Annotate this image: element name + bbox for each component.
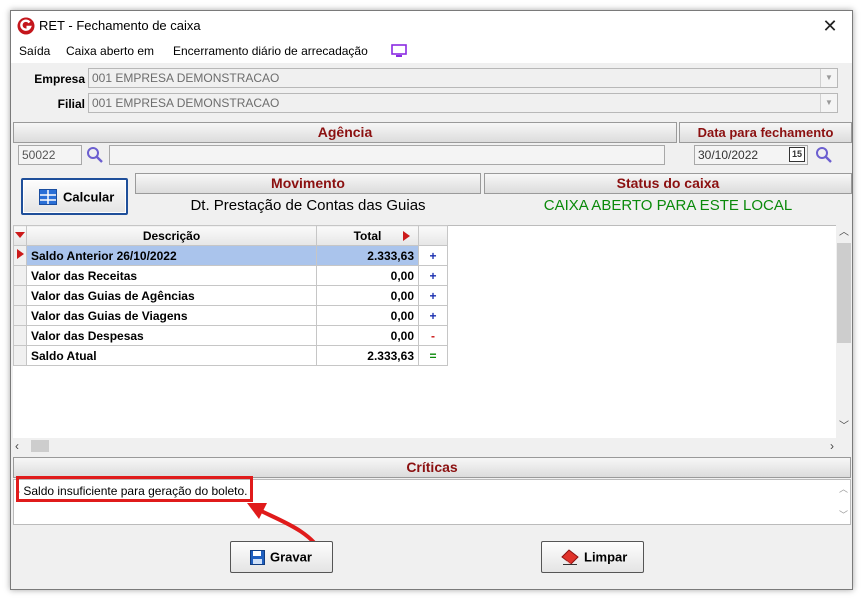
main-window: RET - Fechamento de caixa ✕ Saída Caixa …	[10, 10, 853, 590]
chevron-up-icon[interactable]: ︿	[839, 482, 848, 495]
horizontal-scrollbar[interactable]: ‹ ›	[13, 438, 836, 454]
table-row[interactable]: Valor das Despesas 0,00 -	[13, 325, 448, 346]
window-title: RET - Fechamento de caixa	[39, 18, 201, 33]
gravar-label: Gravar	[270, 549, 312, 565]
menu-saida[interactable]: Saída	[19, 44, 50, 58]
gravar-button[interactable]: Gravar	[230, 541, 333, 573]
table-row[interactable]: Valor das Guias de Viagens 0,00 +	[13, 305, 448, 326]
empresa-value: 001 EMPRESA DEMONSTRACAO	[92, 71, 280, 85]
menu-bar: Saída Caixa aberto em Encerramento diári…	[11, 41, 852, 63]
header-indicator	[13, 225, 27, 246]
col-total[interactable]: Total	[316, 225, 419, 246]
eraser-icon	[561, 549, 579, 565]
filial-combo[interactable]: 001 EMPRESA DEMONSTRACAO ▼	[88, 93, 838, 113]
col-descricao[interactable]: Descrição	[26, 225, 317, 246]
row-indicator	[13, 325, 27, 346]
agencia-header: Agência	[13, 122, 677, 143]
table-row[interactable]: Saldo Anterior 26/10/2022 2.333,63 +	[13, 245, 448, 266]
sort-down-icon	[15, 231, 25, 238]
row-total: 2.333,63	[316, 345, 419, 366]
row-indicator	[13, 285, 27, 306]
row-indicator	[13, 245, 27, 266]
col-sign	[418, 225, 448, 246]
chevron-up-icon[interactable]: ︿	[836, 225, 852, 241]
empresa-combo[interactable]: 001 EMPRESA DEMONSTRACAO ▼	[88, 68, 838, 88]
movimento-value: Dt. Prestação de Contas das Guias	[190, 197, 426, 214]
row-descricao: Saldo Atual	[26, 345, 317, 366]
criticas-header: Críticas	[13, 457, 851, 478]
chevron-down-icon[interactable]: ﹀	[839, 508, 848, 521]
row-descricao: Valor das Guias de Agências	[26, 285, 317, 306]
table-row[interactable]: Valor das Guias de Agências 0,00 +	[13, 285, 448, 306]
row-total: 0,00	[316, 305, 419, 326]
table-row[interactable]: Saldo Atual 2.333,63 =	[13, 345, 448, 366]
row-descricao: Valor das Guias de Viagens	[26, 305, 317, 326]
row-total: 0,00	[316, 285, 419, 306]
app-logo-icon	[17, 17, 35, 35]
date-value: 30/10/2022	[698, 148, 759, 162]
menu-caixa-aberto[interactable]: Caixa aberto em	[66, 44, 154, 58]
row-indicator	[13, 305, 27, 326]
monitor-icon[interactable]	[391, 44, 407, 58]
limpar-label: Limpar	[584, 549, 628, 565]
data-fechamento-header: Data para fechamento	[679, 122, 852, 143]
row-sign: +	[418, 285, 448, 306]
calcular-label: Calcular	[63, 189, 115, 204]
table-icon	[39, 189, 57, 205]
row-sign: +	[418, 305, 448, 326]
row-total: 0,00	[316, 265, 419, 286]
row-total: 2.333,63	[316, 245, 419, 266]
row-total: 0,00	[316, 325, 419, 346]
table-row[interactable]: Valor das Receitas 0,00 +	[13, 265, 448, 286]
row-sign: =	[418, 345, 448, 366]
row-indicator	[13, 345, 27, 366]
row-descricao: Saldo Anterior 26/10/2022	[26, 245, 317, 266]
date-input[interactable]: 30/10/2022 15	[694, 145, 808, 165]
filial-value: 001 EMPRESA DEMONSTRACAO	[92, 96, 280, 110]
calendar-icon[interactable]: 15	[789, 147, 805, 162]
title-bar: RET - Fechamento de caixa ✕	[11, 11, 852, 41]
vertical-scrollbar[interactable]: ︿ ﹀	[836, 225, 852, 451]
filial-label: Filial	[57, 97, 85, 111]
menu-encerramento[interactable]: Encerramento diário de arrecadação	[173, 44, 368, 58]
chevron-left-icon[interactable]: ‹	[15, 438, 29, 454]
highlight-box	[16, 476, 253, 502]
chevron-down-icon[interactable]: ▼	[820, 69, 837, 87]
row-descricao: Valor das Receitas	[26, 265, 317, 286]
status-header: Status do caixa	[484, 173, 852, 194]
calcular-button[interactable]: Calcular	[21, 178, 128, 215]
chevron-down-icon[interactable]: ﹀	[836, 419, 852, 435]
empresa-label: Empresa	[34, 72, 85, 86]
resumo-table: Descrição Total Saldo Anterior 26/10/202…	[13, 225, 448, 366]
chevron-right-icon[interactable]: ›	[820, 438, 834, 454]
close-button[interactable]: ✕	[808, 11, 852, 41]
row-indicator	[13, 265, 27, 286]
search-icon[interactable]	[86, 146, 104, 164]
agencia-code-input[interactable]: 50022	[18, 145, 82, 165]
search-icon[interactable]	[815, 146, 833, 164]
row-pointer-icon	[17, 249, 24, 259]
vertical-scroll-thumb[interactable]	[837, 243, 851, 343]
chevron-down-icon[interactable]: ▼	[820, 94, 837, 112]
row-sign: +	[418, 245, 448, 266]
limpar-button[interactable]: Limpar	[541, 541, 644, 573]
play-right-icon	[403, 231, 410, 241]
status-value: CAIXA ABERTO PARA ESTE LOCAL	[543, 197, 793, 214]
agencia-name-input[interactable]	[109, 145, 665, 165]
row-descricao: Valor das Despesas	[26, 325, 317, 346]
row-sign: +	[418, 265, 448, 286]
save-icon	[250, 550, 265, 565]
col-total-label: Total	[353, 228, 382, 243]
table-header-row: Descrição Total	[13, 225, 448, 246]
row-sign: -	[418, 325, 448, 346]
movimento-header: Movimento	[135, 173, 481, 194]
horizontal-scroll-thumb[interactable]	[31, 440, 49, 452]
